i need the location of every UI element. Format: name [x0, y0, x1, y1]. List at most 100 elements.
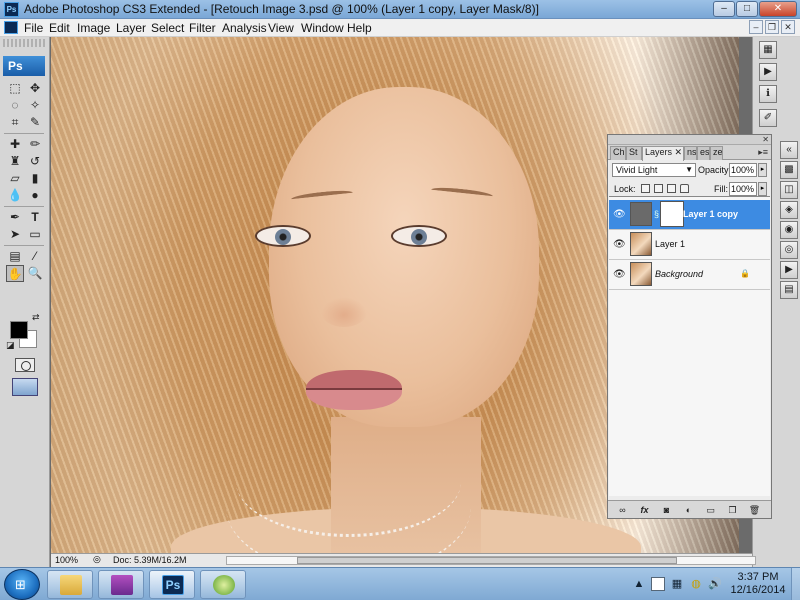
layer-row-layer-1-copy[interactable]: 👁 § Layer 1 copy — [609, 200, 770, 230]
taskbar-photoshop[interactable]: Ps — [149, 570, 195, 599]
new-layer-icon[interactable]: ❐ — [726, 504, 739, 516]
quick-mask-icon[interactable] — [15, 358, 35, 372]
lasso-icon[interactable]: ◌ — [6, 97, 24, 114]
clock[interactable]: 3:37 PM 12/16/2014 — [727, 571, 789, 597]
network-icon[interactable]: ▦ — [670, 577, 684, 591]
tab-history[interactable]: es — [697, 146, 710, 160]
status-menu-icon[interactable]: ◎ — [93, 554, 101, 565]
menu-window[interactable]: Window — [301, 21, 344, 35]
brushes-icon[interactable]: ✐ — [759, 109, 777, 127]
gradient-icon[interactable]: ▮ — [26, 170, 44, 187]
layer-name[interactable]: Layer 1 — [655, 239, 685, 249]
blend-mode-select[interactable]: Vivid Light ▼ — [612, 163, 696, 177]
foreground-color-swatch[interactable] — [10, 321, 28, 339]
menu-image[interactable]: Image — [77, 21, 110, 35]
swap-colors-icon[interactable]: ⇄ — [32, 312, 40, 323]
shape-icon[interactable]: ▭ — [26, 226, 44, 243]
layer-mask-thumbnail[interactable] — [660, 201, 684, 227]
lock-pixels-icon[interactable] — [654, 184, 663, 193]
maximize-button[interactable]: □ — [736, 1, 758, 17]
adjustment-icon[interactable]: ◐ — [682, 504, 695, 516]
history-icon[interactable]: ▤ — [780, 281, 798, 299]
swatches-icon[interactable]: ▩ — [780, 161, 798, 179]
tab-channels[interactable]: Ch — [610, 146, 626, 160]
show-hidden-icons[interactable]: ▲ — [632, 577, 646, 591]
start-button[interactable]: ⊞ — [4, 569, 40, 600]
taskbar-winrar[interactable] — [98, 570, 144, 599]
tools-grip[interactable] — [3, 39, 46, 47]
layer-thumbnail[interactable] — [630, 262, 652, 286]
trash-icon[interactable]: 🗑 — [748, 504, 761, 516]
menu-analysis[interactable]: Analysis — [222, 21, 267, 35]
crop-icon[interactable]: ⌗ — [6, 114, 24, 131]
layer-name[interactable]: Layer 1 copy — [683, 209, 738, 219]
eye-icon[interactable]: 👁 — [613, 209, 626, 220]
eraser-icon[interactable]: ▱ — [6, 170, 24, 187]
magic-wand-icon[interactable]: ✧ — [26, 97, 44, 114]
tab-styles[interactable]: St — [626, 146, 642, 160]
actions-icon[interactable]: ▶ — [780, 261, 798, 279]
show-desktop-button[interactable] — [791, 568, 800, 600]
history-brush-icon[interactable]: ↺ — [26, 153, 44, 170]
path-select-icon[interactable]: ➤ — [6, 226, 24, 243]
menu-view[interactable]: View — [268, 21, 294, 35]
opacity-slider-arrow[interactable]: ▸ — [758, 163, 767, 177]
marquee-icon[interactable]: ⬚ — [6, 80, 24, 97]
navigator-icon[interactable]: ▦ — [759, 41, 777, 59]
move-icon[interactable]: ✥ — [26, 80, 44, 97]
panel-menu-icon[interactable]: ▸≡ — [758, 147, 768, 158]
doc-restore-button[interactable]: ❐ — [765, 20, 779, 34]
layer-thumbnail[interactable] — [630, 202, 652, 226]
brush-icon[interactable]: ✏ — [26, 136, 44, 153]
layer-name[interactable]: Background — [655, 269, 703, 279]
doc-close-button[interactable]: ✕ — [781, 20, 795, 34]
styles-icon[interactable]: ◫ — [780, 181, 798, 199]
horizontal-scrollbar[interactable] — [226, 556, 756, 565]
default-colors-icon[interactable]: ◪ — [6, 340, 15, 351]
channels-icon[interactable]: ◉ — [780, 221, 798, 239]
action-center-icon[interactable] — [651, 577, 665, 591]
layer-row-background[interactable]: 👁 Background 🔒 — [609, 260, 770, 290]
taskbar-app[interactable] — [200, 570, 246, 599]
opacity-field[interactable]: 100% — [729, 163, 757, 177]
blur-icon[interactable]: 💧 — [6, 187, 24, 204]
pen-icon[interactable]: ✒ — [6, 209, 24, 226]
lock-position-icon[interactable] — [667, 184, 676, 193]
document-icon[interactable] — [4, 21, 18, 34]
layer-row-layer-1[interactable]: 👁 Layer 1 — [609, 230, 770, 260]
menu-help[interactable]: Help — [347, 21, 372, 35]
histogram-icon[interactable]: ▶ — [759, 63, 777, 81]
eye-icon[interactable]: 👁 — [613, 269, 626, 280]
eyedropper-icon[interactable]: ⁄ — [26, 248, 44, 265]
lock-transparency-icon[interactable] — [641, 184, 650, 193]
type-icon[interactable]: T — [26, 209, 44, 226]
menu-edit[interactable]: Edit — [49, 21, 70, 35]
doc-minimize-button[interactable]: – — [749, 20, 763, 34]
security-icon[interactable]: ◍ — [689, 577, 703, 591]
dodge-icon[interactable]: ● — [26, 187, 44, 204]
close-button[interactable]: ✕ — [759, 1, 797, 17]
hand-icon[interactable]: ✋ — [6, 265, 24, 282]
layers-icon[interactable]: ◈ — [780, 201, 798, 219]
scroll-thumb[interactable] — [297, 557, 677, 564]
layer-thumbnail[interactable] — [630, 232, 652, 256]
photoshop-app-icon[interactable]: Ps — [4, 2, 19, 17]
slice-icon[interactable]: ✎ — [26, 114, 44, 131]
tab-paths[interactable]: ns — [684, 146, 697, 160]
tab-actions[interactable]: ze — [710, 146, 723, 160]
group-icon[interactable]: ▭ — [704, 504, 717, 516]
healing-brush-icon[interactable]: ✚ — [6, 136, 24, 153]
link-icon[interactable]: § — [654, 209, 659, 219]
screen-mode-icon[interactable] — [12, 378, 38, 396]
lock-all-icon[interactable] — [680, 184, 689, 193]
minimize-button[interactable]: – — [713, 1, 735, 17]
menu-file[interactable]: File — [24, 21, 43, 35]
menu-layer[interactable]: Layer — [116, 21, 146, 35]
panel-close-icon[interactable]: ✕ — [762, 135, 769, 144]
zoom-level[interactable]: 100% — [55, 555, 78, 565]
zoom-icon[interactable]: 🔍 — [26, 265, 44, 282]
taskbar-explorer[interactable] — [47, 570, 93, 599]
clone-stamp-icon[interactable]: ♜ — [6, 153, 24, 170]
info-icon[interactable]: ℹ — [759, 85, 777, 103]
paths-icon[interactable]: ◎ — [780, 241, 798, 259]
